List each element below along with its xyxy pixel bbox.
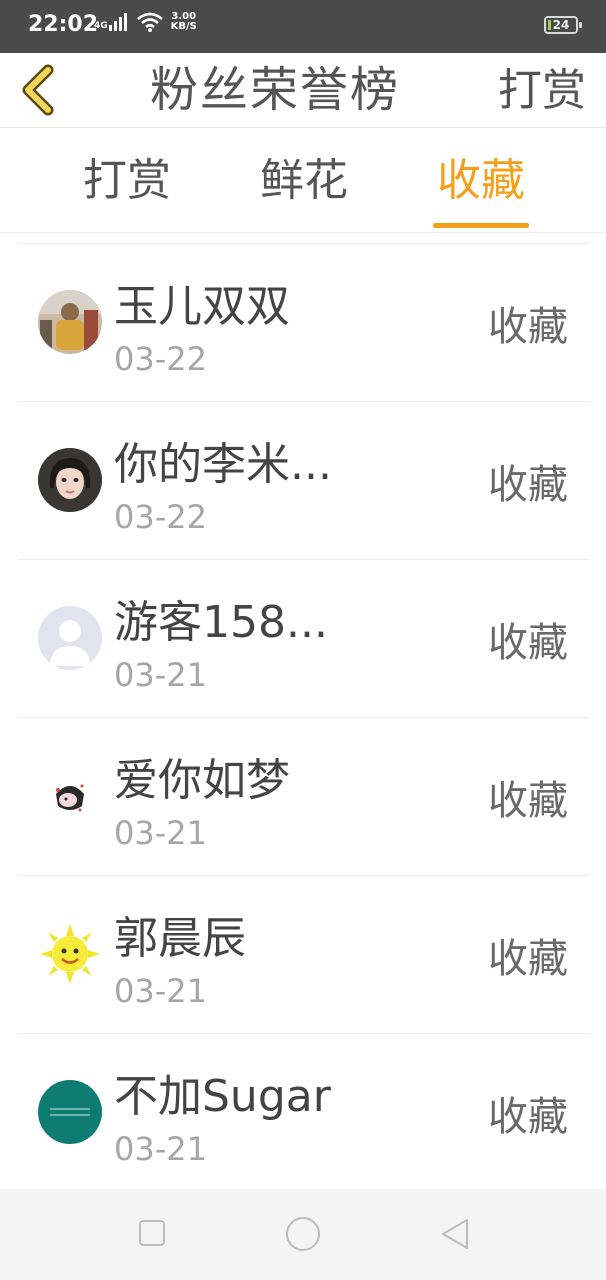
status-time: 22:02 xyxy=(28,12,99,37)
tab-flowers[interactable]: 鲜花 xyxy=(234,128,374,233)
teal-avatar xyxy=(38,1080,102,1144)
active-tab-indicator xyxy=(433,223,529,228)
status-icons: 4G 3.00 KB/S xyxy=(94,12,197,32)
reward-button[interactable]: 打赏 xyxy=(498,53,586,128)
list-item[interactable]: 你的李米... 03-22 收藏 xyxy=(18,402,588,560)
sun-avatar xyxy=(38,922,102,986)
tab-bar: 打赏 鲜花 收藏 xyxy=(0,128,606,233)
list-item[interactable]: 爱你如梦 03-21 收藏 xyxy=(18,718,588,876)
fan-date: 03-21 xyxy=(114,1130,207,1168)
fan-action: 收藏 xyxy=(488,304,568,350)
list-item[interactable]: 玉儿双双 03-22 收藏 xyxy=(18,244,588,402)
avatar xyxy=(38,448,102,512)
avatar xyxy=(38,764,102,828)
back-triangle-icon[interactable] xyxy=(440,1217,470,1251)
tab-reward[interactable]: 打赏 xyxy=(57,128,197,233)
fan-action: 收藏 xyxy=(488,620,568,666)
battery-level: 24 xyxy=(552,18,570,32)
fan-list: 玉儿双双 03-22 收藏 你的李米... 03-22 收藏 游客158... … xyxy=(18,243,588,1192)
wifi-icon xyxy=(136,12,163,32)
fan-name: 爱你如梦 xyxy=(114,755,290,806)
home-icon[interactable] xyxy=(286,1217,320,1251)
avatar xyxy=(38,290,102,354)
fan-name: 郭晨辰 xyxy=(114,913,246,964)
fan-name: 玉儿双双 xyxy=(114,281,290,332)
fan-name: 不加Sugar xyxy=(114,1071,331,1122)
tab-favorites-label: 收藏 xyxy=(437,155,525,206)
network-speed: 3.00 KB/S xyxy=(170,11,197,32)
list-item[interactable]: 游客158... 03-21 收藏 xyxy=(18,560,588,718)
fan-date: 03-21 xyxy=(114,656,207,694)
page-title: 粉丝荣誉榜 xyxy=(149,62,400,118)
network-type: 4G xyxy=(94,21,108,31)
cellular-signal-icon: 4G xyxy=(94,13,129,31)
fan-action: 收藏 xyxy=(488,462,568,508)
battery-icon: 24 xyxy=(544,16,582,34)
fan-name: 你的李米... xyxy=(114,439,332,490)
fan-date: 03-21 xyxy=(114,814,207,852)
fan-action: 收藏 xyxy=(488,936,568,982)
title-bar: 粉丝荣誉榜 打赏 xyxy=(0,53,606,128)
recent-apps-icon[interactable] xyxy=(139,1220,165,1246)
fan-date: 03-22 xyxy=(114,340,207,378)
fan-date: 03-22 xyxy=(114,498,207,536)
default-user-avatar xyxy=(38,606,102,670)
tab-favorites[interactable]: 收藏 xyxy=(411,128,551,233)
status-bar: 22:02 4G 3.00 KB/S 24 xyxy=(0,0,606,53)
fan-name: 游客158... xyxy=(114,597,328,648)
list-item[interactable]: 郭晨辰 03-21 收藏 xyxy=(18,876,588,1034)
navigation-bar xyxy=(0,1189,606,1280)
fan-date: 03-21 xyxy=(114,972,207,1010)
fan-action: 收藏 xyxy=(488,1094,568,1140)
fan-action: 收藏 xyxy=(488,778,568,824)
list-item[interactable]: 不加Sugar 03-21 收藏 xyxy=(18,1034,588,1192)
